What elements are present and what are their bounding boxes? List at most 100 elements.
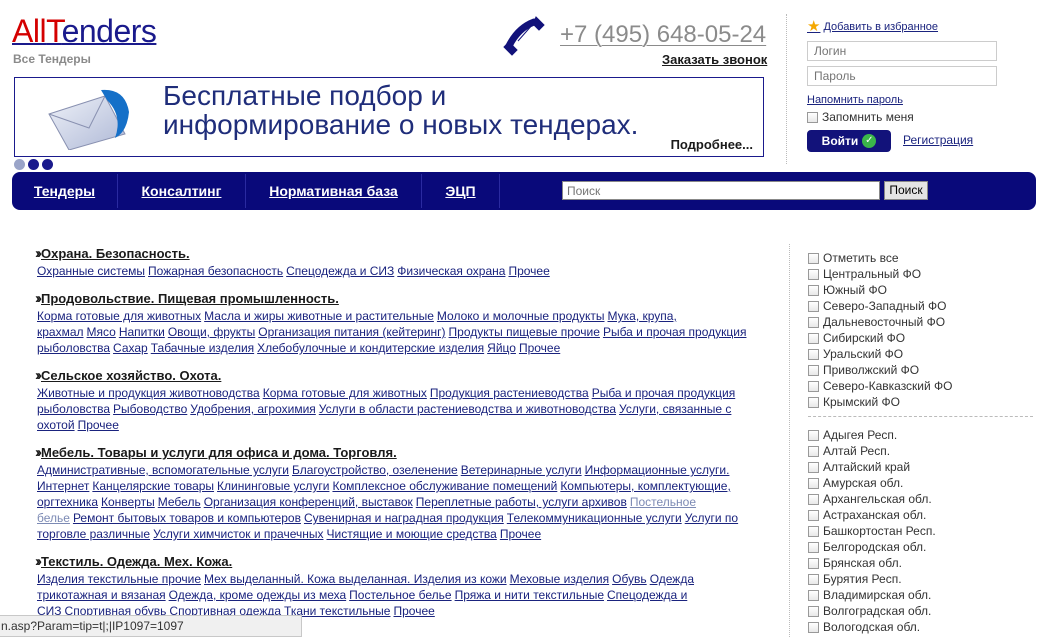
category-link[interactable]: Телекоммуникационные услуги: [507, 511, 682, 525]
filter-row[interactable]: Алтай Респ.: [808, 443, 1033, 459]
filter-checkbox[interactable]: [808, 332, 819, 344]
filter-row[interactable]: Сибирский ФО: [808, 330, 1033, 346]
category-link[interactable]: Обувь: [612, 572, 647, 586]
filter-row[interactable]: Центральный ФО: [808, 266, 1033, 282]
filter-checkbox[interactable]: [808, 348, 819, 360]
category-link[interactable]: Пряжа и нити текстильные: [455, 588, 604, 602]
category-link[interactable]: Яйцо: [487, 341, 516, 355]
category-link[interactable]: Прочее: [508, 264, 549, 278]
category-link[interactable]: Организация конференций, выставок: [204, 495, 413, 509]
category-link[interactable]: Чистящие и моющие средства: [327, 527, 497, 541]
category-link[interactable]: Табачные изделия: [151, 341, 254, 355]
category-link[interactable]: Административные, вспомогательные услуги: [37, 463, 289, 477]
category-link[interactable]: Услуги химчисток и прачечных: [153, 527, 323, 541]
password-input[interactable]: [807, 66, 997, 86]
category-link[interactable]: Охранные системы: [37, 264, 145, 278]
category-link[interactable]: Прочее: [393, 604, 434, 618]
category-link[interactable]: Мебель: [158, 495, 201, 509]
filter-row[interactable]: Северо-Кавказский ФО: [808, 378, 1033, 394]
pager-dot-2[interactable]: [28, 159, 39, 170]
category-link[interactable]: Удобрения, агрохимия: [190, 402, 316, 416]
category-link[interactable]: Мех выделанный. Кожа выделанная. Изделия…: [204, 572, 507, 586]
login-input[interactable]: [807, 41, 997, 61]
add-favorite-link[interactable]: ★ Добавить в избранное: [807, 19, 938, 34]
promo-banner[interactable]: Бесплатные подбор и информирование о нов…: [14, 77, 764, 157]
filter-checkbox[interactable]: [808, 284, 819, 296]
search-input[interactable]: [562, 181, 880, 200]
filter-row[interactable]: Архангельская обл.: [808, 491, 1033, 507]
category-link[interactable]: Канцелярские товары: [92, 479, 214, 493]
filter-row[interactable]: Северо-Западный ФО: [808, 298, 1033, 314]
filter-row[interactable]: Владимирская обл.: [808, 587, 1033, 603]
filter-checkbox[interactable]: [808, 380, 819, 392]
category-link[interactable]: Овощи, фрукты: [168, 325, 255, 339]
register-link[interactable]: Регистрация: [903, 133, 973, 147]
pager-dot-3[interactable]: [42, 159, 53, 170]
category-link[interactable]: Ремонт бытовых товаров и компьютеров: [73, 511, 301, 525]
category-title[interactable]: ›› Охрана. Безопасность.: [35, 244, 752, 263]
category-link[interactable]: Сувенирная и наградная продукция: [304, 511, 504, 525]
filter-checkbox[interactable]: [808, 461, 819, 473]
category-link[interactable]: Продукты пищевые прочие: [449, 325, 600, 339]
category-link[interactable]: Благоустройство, озеленение: [292, 463, 458, 477]
category-link[interactable]: Услуги в области растениеводства и живот…: [319, 402, 616, 416]
filter-row[interactable]: Приволжский ФО: [808, 362, 1033, 378]
category-link[interactable]: Комплексное обслуживание помещений: [332, 479, 557, 493]
nav-tenders[interactable]: Тендеры: [12, 172, 117, 210]
category-link[interactable]: Прочее: [500, 527, 541, 541]
category-title[interactable]: ›› Продовольствие. Пищевая промышленность…: [35, 289, 752, 308]
filter-checkbox[interactable]: [808, 252, 819, 264]
category-link[interactable]: Мясо: [87, 325, 116, 339]
category-link[interactable]: Прочее: [519, 341, 560, 355]
search-button[interactable]: Поиск: [884, 181, 928, 200]
pager-dot-1[interactable]: [14, 159, 25, 170]
filter-checkbox[interactable]: [808, 621, 819, 633]
callback-link[interactable]: Заказать звонок: [662, 52, 767, 67]
filter-checkbox[interactable]: [808, 477, 819, 489]
filter-checkbox[interactable]: [808, 541, 819, 553]
filter-checkbox[interactable]: [808, 525, 819, 537]
category-link[interactable]: Рыбоводство: [113, 402, 187, 416]
category-link[interactable]: Организация питания (кейтеринг): [258, 325, 445, 339]
category-link[interactable]: Физическая охрана: [397, 264, 505, 278]
category-title[interactable]: ›› Мебель. Товары и услуги для офиса и до…: [35, 443, 752, 462]
category-link[interactable]: Переплетные работы, услуги архивов: [416, 495, 627, 509]
category-link[interactable]: Масла и жиры животные и растительные: [204, 309, 434, 323]
nav-consulting[interactable]: Консалтинг: [118, 172, 245, 210]
filter-row[interactable]: Брянская обл.: [808, 555, 1033, 571]
category-link[interactable]: Хлебобулочные и кондитерские изделия: [257, 341, 484, 355]
filter-checkbox[interactable]: [808, 509, 819, 521]
filter-row[interactable]: Отметить все: [808, 250, 1033, 266]
category-link[interactable]: Корма готовые для животных: [37, 309, 201, 323]
filter-checkbox[interactable]: [808, 445, 819, 457]
filter-row[interactable]: Астраханская обл.: [808, 507, 1033, 523]
filter-row[interactable]: Крымский ФО: [808, 394, 1033, 410]
filter-row[interactable]: Вологодская обл.: [808, 619, 1033, 635]
remember-me[interactable]: Запомнить меня: [807, 110, 914, 124]
phone-number-link[interactable]: +7 (495) 648-05-24: [560, 21, 766, 49]
banner-more-link[interactable]: Подробнее...: [671, 137, 753, 152]
filter-checkbox[interactable]: [808, 429, 819, 441]
filter-row[interactable]: Белгородская обл.: [808, 539, 1033, 555]
filter-checkbox[interactable]: [808, 573, 819, 585]
site-logo[interactable]: AllTenders: [12, 14, 157, 48]
category-link[interactable]: Молоко и молочные продукты: [437, 309, 605, 323]
category-title[interactable]: ›› Сельское хозяйство. Охота.: [35, 366, 752, 385]
filter-row[interactable]: Южный ФО: [808, 282, 1033, 298]
filter-row[interactable]: Уральский ФО: [808, 346, 1033, 362]
nav-normative-base[interactable]: Нормативная база: [246, 172, 421, 210]
remind-password-link[interactable]: Напомнить пароль: [807, 94, 903, 106]
category-link[interactable]: Ветеринарные услуги: [461, 463, 582, 477]
filter-checkbox[interactable]: [808, 300, 819, 312]
filter-checkbox[interactable]: [808, 557, 819, 569]
filter-row[interactable]: Алтайский край: [808, 459, 1033, 475]
category-link[interactable]: Меховые изделия: [510, 572, 610, 586]
remember-me-checkbox[interactable]: [807, 111, 818, 123]
filter-checkbox[interactable]: [808, 605, 819, 617]
filter-checkbox[interactable]: [808, 364, 819, 376]
category-title[interactable]: ›› Текстиль. Одежда. Мех. Кожа.: [35, 552, 752, 571]
filter-checkbox[interactable]: [808, 589, 819, 601]
filter-checkbox[interactable]: [808, 268, 819, 280]
nav-ecp[interactable]: ЭЦП: [422, 172, 499, 210]
login-button[interactable]: Войти ✓: [807, 130, 891, 152]
